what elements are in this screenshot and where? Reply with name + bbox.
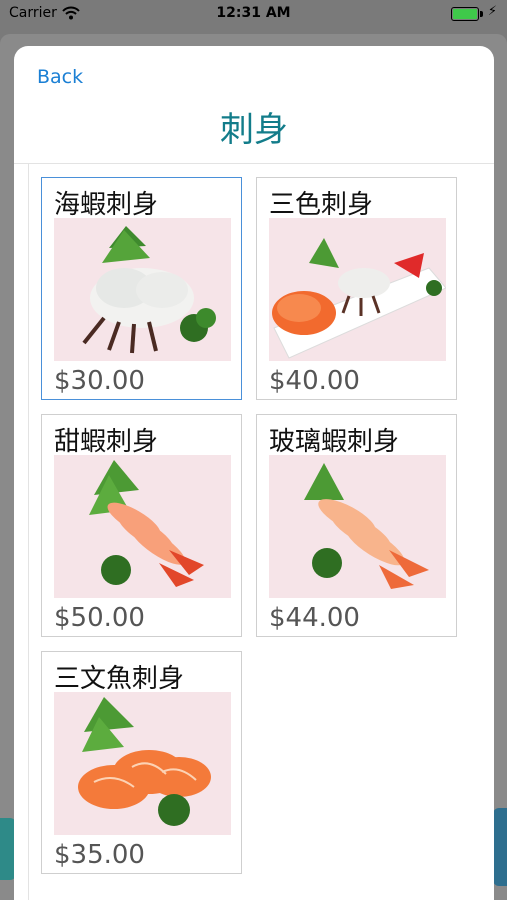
menu-item-card[interactable]: 甜蝦刺身 $50.00 [41, 414, 242, 637]
status-time: 12:31 AM [216, 5, 291, 21]
item-price: $44.00 [269, 603, 360, 633]
item-price: $40.00 [269, 366, 360, 396]
menu-item-card[interactable]: 三文魚刺身 $35.00 [41, 651, 242, 874]
menu-modal: Back 刺身 海蝦刺身 $30.00 三色刺身 $40.00 甜蝦刺身 $50… [14, 46, 494, 900]
item-price: $50.00 [54, 603, 145, 633]
item-name: 甜蝦刺身 [54, 427, 159, 457]
header-divider [14, 163, 494, 164]
item-image [54, 692, 231, 835]
item-image [54, 218, 231, 361]
background-button-right [493, 808, 507, 886]
page-title: 刺身 [220, 110, 288, 150]
item-image [269, 455, 446, 598]
menu-item-card[interactable]: 海蝦刺身 $30.00 [41, 177, 242, 400]
item-image [269, 218, 446, 361]
item-name: 海蝦刺身 [54, 190, 159, 220]
item-name: 三色刺身 [269, 190, 374, 220]
item-image [54, 455, 231, 598]
battery-icon [451, 7, 483, 21]
item-price: $30.00 [54, 366, 145, 396]
item-name: 玻璃蝦刺身 [269, 427, 400, 457]
status-bar: Carrier 12:31 AM ⚡ [0, 0, 507, 28]
grid-left-rule [28, 163, 29, 900]
back-button[interactable]: Back [37, 66, 83, 88]
item-name: 三文魚刺身 [54, 664, 185, 694]
charging-icon: ⚡ [487, 4, 497, 19]
menu-item-card[interactable]: 三色刺身 $40.00 [256, 177, 457, 400]
menu-item-card[interactable]: 玻璃蝦刺身 $44.00 [256, 414, 457, 637]
item-price: $35.00 [54, 840, 145, 870]
